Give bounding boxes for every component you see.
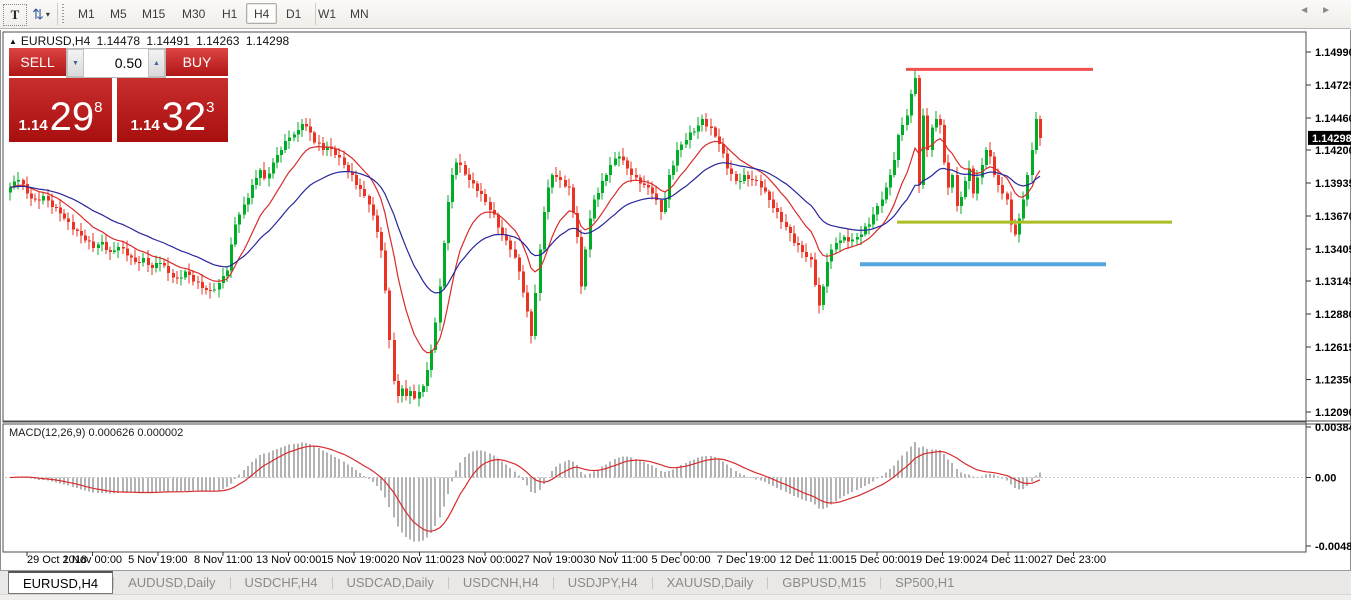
ohlc-low: 1.14263: [196, 34, 239, 48]
scroll-left-icon[interactable]: ◄: [1299, 5, 1321, 16]
time-axis-label: 19 Dec 19:00: [910, 554, 975, 566]
price-axis-label: 1.12880: [1315, 309, 1351, 321]
timeframe-button-mn[interactable]: MN: [342, 3, 377, 24]
chart-tab-gbpusd-m15[interactable]: GBPUSD,M15: [768, 571, 880, 594]
sell-price-sup: 8: [94, 99, 102, 116]
price-axis-label: 1.14990: [1315, 47, 1351, 59]
chart-tab-usdcnh-h4[interactable]: USDCNH,H4: [449, 571, 553, 594]
time-axis-label: 7 Dec 19:00: [717, 554, 776, 566]
time-axis-label: 30 Nov 11:00: [583, 554, 648, 566]
chart-tab-sp500-h1[interactable]: SP500,H1: [881, 571, 968, 594]
price-axis-label: 1.14460: [1315, 113, 1351, 125]
ohlc-high: 1.14491: [146, 34, 189, 48]
timeframe-button-m30[interactable]: M30: [174, 3, 213, 24]
scroll-right-icon[interactable]: ►: [1321, 5, 1343, 16]
buy-price-prefix: 1.14: [130, 118, 159, 133]
timeframe-button-d1[interactable]: D1: [278, 3, 309, 24]
one-click-trading-panel: SELL ▼ 0.50 ▲ BUY 1.14 29 8: [9, 48, 228, 142]
time-axis-label: 23 Nov 00:00: [452, 554, 517, 566]
time-axis-label: 15 Nov 19:00: [321, 554, 386, 566]
toolbar-separator: [315, 3, 316, 25]
toolbar-grip[interactable]: [61, 4, 66, 24]
price-axis-label: 1.13935: [1315, 178, 1351, 190]
price-axis-label: 1.13670: [1315, 211, 1351, 223]
time-axis-label: 27 Nov 19:00: [517, 554, 582, 566]
time-axis-label: 27 Dec 23:00: [1041, 554, 1106, 566]
current-price-label: 1.14298: [1312, 133, 1351, 145]
buy-price-sup: 3: [206, 99, 214, 116]
chart-ohlc-title: ▲ EURUSD,H4 1.14478 1.14491 1.14263 1.142…: [9, 34, 292, 48]
buy-price-big: 32: [162, 101, 207, 133]
ohlc-close: 1.14298: [246, 34, 289, 48]
updown-arrows-icon: ⇅: [32, 6, 44, 23]
volume-input[interactable]: 0.50: [84, 49, 148, 77]
chart-tab-eurusd-h4[interactable]: EURUSD,H4: [8, 571, 113, 594]
macd-axis-label: 0.003847: [1315, 422, 1351, 434]
sell-button[interactable]: SELL: [9, 48, 66, 78]
time-axis-label: 20 Nov 11:00: [387, 554, 452, 566]
time-axis-label: 13 Nov 00:00: [256, 554, 321, 566]
timeframe-button-h4[interactable]: H4: [246, 3, 277, 24]
buy-price-display[interactable]: 1.14 32 3: [117, 78, 228, 142]
chart-tab-audusd-daily[interactable]: AUDUSD,Daily: [114, 571, 229, 594]
sell-price-display[interactable]: 1.14 29 8: [9, 78, 112, 142]
chart-tab-usdchf-h4[interactable]: USDCHF,H4: [231, 571, 332, 594]
time-axis-label: 8 Nov 11:00: [194, 554, 253, 566]
time-axis-label: 5 Nov 19:00: [128, 554, 187, 566]
price-axis-label: 1.12350: [1315, 375, 1351, 387]
macd-indicator-label: MACD(12,26,9) 0.000626 0.000002: [9, 427, 183, 439]
toolbar-separator: [57, 3, 58, 25]
price-axis-label: 1.13145: [1315, 276, 1351, 288]
chart-tab-usdjpy-h4[interactable]: USDJPY,H4: [554, 571, 652, 594]
time-axis-label: 5 Dec 00:00: [651, 554, 710, 566]
chart-tab-xauusd-daily[interactable]: XAUUSD,Daily: [653, 571, 768, 594]
mt4-window: T ⇅▾ M1M5M15M30H1H4D1W1MN ▲ EURUSD,H4 1.1…: [0, 0, 1351, 600]
volume-stepper: ▼ 0.50 ▲: [66, 48, 166, 78]
ohlc-open: 1.14478: [97, 34, 140, 48]
chart-window: ▲EURUSD,H4 1.14478 1.14491 1.14263 1.142…: [0, 30, 1351, 600]
time-axis-label: 1 Nov 00:00: [63, 554, 122, 566]
price-axis-label: 1.12090: [1315, 407, 1351, 419]
sell-price-prefix: 1.14: [18, 118, 47, 133]
time-axis-label: 24 Dec 11:00: [976, 554, 1041, 566]
status-bar: [0, 594, 1351, 600]
dropdown-caret-icon: ▾: [46, 10, 50, 19]
timeframe-button-m15[interactable]: M15: [134, 3, 173, 24]
tab-scroll-arrows[interactable]: ◄►: [1299, 5, 1343, 16]
timeframe-button-m1[interactable]: M1: [70, 3, 103, 24]
text-label-tool-icon[interactable]: T: [3, 4, 27, 26]
timeframe-button-m5[interactable]: M5: [102, 3, 135, 24]
chart-tab-usdcad-daily[interactable]: USDCAD,Daily: [333, 571, 448, 594]
time-axis-label: 12 Dec 11:00: [779, 554, 844, 566]
price-axis-label: 1.13405: [1315, 244, 1351, 256]
sell-price-big: 29: [50, 101, 95, 133]
chart-symbol: EURUSD,H4: [21, 34, 90, 48]
collapse-triangle-icon[interactable]: ▲: [9, 37, 17, 46]
arrange-windows-icon[interactable]: ⇅▾: [30, 4, 52, 24]
price-axis-label: 1.14200: [1315, 145, 1351, 157]
chart-tab-bar: EURUSD,H4AUDUSD,DailyUSDCHF,H4USDCAD,Dai…: [0, 570, 1351, 594]
buy-button[interactable]: BUY: [166, 48, 228, 78]
volume-decrease-button[interactable]: ▼: [67, 49, 84, 77]
macd-axis-label: 0.00: [1315, 473, 1336, 485]
price-axis-label: 1.14725: [1315, 80, 1351, 92]
toolbar: T ⇅▾ M1M5M15M30H1H4D1W1MN: [0, 0, 1351, 29]
price-axis-label: 1.12615: [1315, 342, 1351, 354]
macd-axis-label: -0.004856: [1315, 541, 1351, 553]
timeframe-button-h1[interactable]: H1: [214, 3, 245, 24]
volume-increase-button[interactable]: ▲: [148, 49, 165, 77]
time-axis-label: 15 Dec 00:00: [844, 554, 909, 566]
